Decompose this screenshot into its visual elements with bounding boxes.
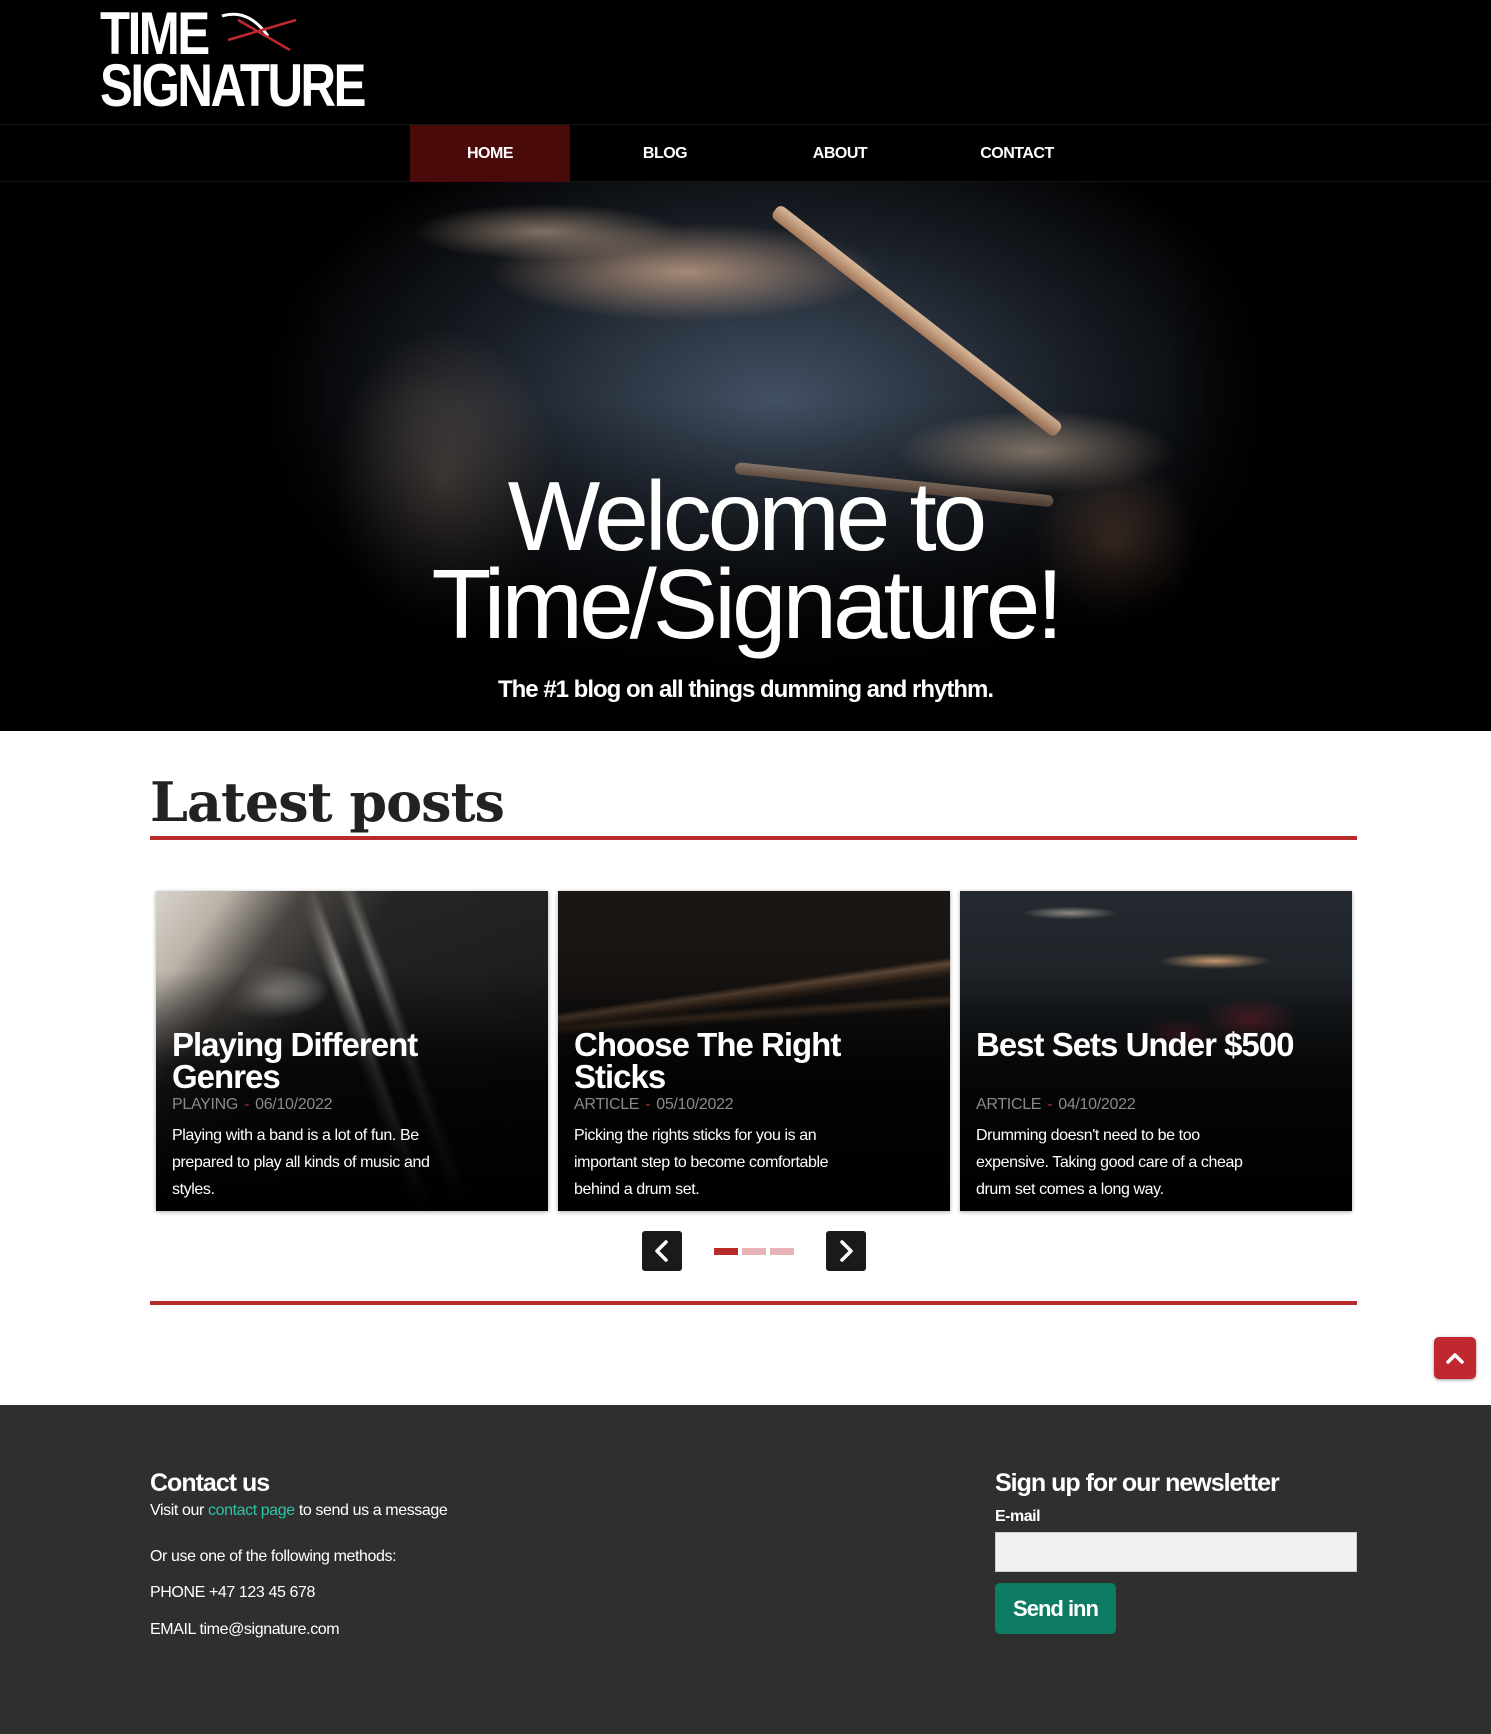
- contact-email: EMAIL time@signature.com: [150, 1621, 340, 1638]
- carousel-dot-3[interactable]: [770, 1248, 794, 1255]
- section-divider-top: [150, 836, 1357, 840]
- contact-heading: Contact us: [150, 1469, 270, 1497]
- post-excerpt: Picking the rights sticks for you is an …: [574, 1127, 829, 1198]
- newsletter-heading: Sign up for our newsletter: [995, 1469, 1280, 1497]
- contact-methods-text: Or use one of the following methods:: [150, 1548, 397, 1565]
- nav-about[interactable]: ABOUT: [765, 125, 915, 182]
- post-date: 05/10/2022: [656, 1096, 734, 1113]
- hero-title: Welcome to Time/Signature!: [0, 461, 1491, 659]
- chevron-up-icon: [1446, 1353, 1464, 1364]
- post-excerpt: Drumming doesn't need to be too expensiv…: [976, 1127, 1243, 1198]
- post-title[interactable]: Choose The Right Sticks: [574, 1028, 904, 1093]
- post-card[interactable]: Choose The Right Sticks ARTICLE -05/10/20…: [558, 891, 950, 1211]
- newsletter-email-input[interactable]: [995, 1532, 1357, 1572]
- post-card[interactable]: Playing Different Genres PLAYING -06/10/2…: [156, 891, 548, 1211]
- carousel-prev-button[interactable]: [642, 1231, 682, 1271]
- post-title[interactable]: Best Sets Under $500: [976, 1028, 1306, 1061]
- post-category: PLAYING: [172, 1096, 239, 1113]
- main-nav: HOME BLOG ABOUT CONTACT: [0, 124, 1491, 182]
- section-divider-bottom: [150, 1301, 1357, 1305]
- post-meta: ARTICLE -04/10/2022: [976, 1096, 1136, 1113]
- chevron-left-icon: [655, 1240, 668, 1262]
- site-header: TIME SIGNATURE: [0, 0, 1491, 124]
- contact-phone: PHONE +47 123 45 678: [150, 1584, 316, 1601]
- post-category: ARTICLE: [976, 1096, 1042, 1113]
- hero-title-line-2: Time/Signature!: [431, 549, 1063, 659]
- nav-blog[interactable]: BLOG: [590, 125, 740, 182]
- send-newsletter-button[interactable]: Send inn: [995, 1583, 1116, 1634]
- post-meta: ARTICLE -05/10/2022: [574, 1096, 734, 1113]
- hero-banner: Welcome to Time/Signature! The #1 blog o…: [0, 182, 1491, 731]
- carousel-next-button[interactable]: [826, 1231, 866, 1271]
- hero-subtitle: The #1 blog on all things dumming and rh…: [497, 676, 994, 703]
- logo-drumstick-mark-icon: [221, 12, 297, 52]
- scroll-to-top-button[interactable]: [1434, 1337, 1476, 1379]
- latest-posts-heading: Latest posts: [150, 770, 505, 834]
- post-date: 06/10/2022: [255, 1096, 333, 1113]
- nav-home[interactable]: HOME: [410, 125, 570, 182]
- nav-contact[interactable]: CONTACT: [942, 125, 1092, 182]
- hero-title-line-1: Welcome to: [507, 461, 988, 571]
- logo-line-2: SIGNATURE: [100, 52, 366, 119]
- chevron-right-icon: [840, 1240, 853, 1262]
- post-excerpt: Playing with a band is a lot of fun. Be …: [172, 1127, 430, 1198]
- email-field-label: E-mail: [995, 1508, 1041, 1525]
- carousel-dot-1[interactable]: [714, 1248, 738, 1255]
- contact-visit-text: Visit our contact page to send us a mess…: [150, 1502, 448, 1519]
- post-meta: PLAYING -06/10/2022: [172, 1096, 333, 1113]
- site-logo[interactable]: TIME SIGNATURE: [100, 4, 400, 119]
- carousel-dot-2[interactable]: [742, 1248, 766, 1255]
- post-card[interactable]: Best Sets Under $500 ARTICLE -04/10/2022 …: [960, 891, 1352, 1211]
- post-title[interactable]: Playing Different Genres: [172, 1028, 502, 1093]
- post-category: ARTICLE: [574, 1096, 640, 1113]
- post-date: 04/10/2022: [1058, 1096, 1136, 1113]
- contact-page-link[interactable]: contact page: [208, 1502, 295, 1519]
